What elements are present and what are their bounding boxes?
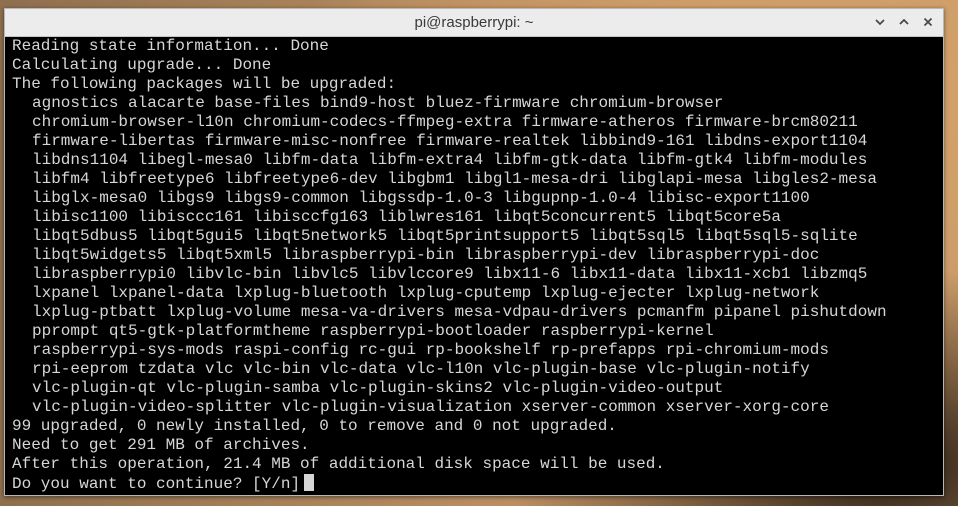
prompt-text: Do you want to continue? [Y/n] [12,475,301,493]
window-title: pi@raspberrypi: ~ [414,14,534,31]
terminal-line: 99 upgraded, 0 newly installed, 0 to rem… [12,417,617,435]
terminal-window[interactable]: pi@raspberrypi: ~ Reading state informat… [4,8,944,496]
close-icon [923,17,933,27]
package-line: vlc-plugin-video-splitter vlc-plugin-vis… [32,398,829,416]
chevron-down-icon [875,19,885,26]
text-cursor [304,474,315,491]
terminal-line: Need to get 291 MB of archives. [12,436,310,454]
package-line: lxpanel lxpanel-data lxplug-bluetooth lx… [32,284,820,302]
package-line: libraspberrypi0 libvlc-bin libvlc5 libvl… [32,265,868,283]
title-bar[interactable]: pi@raspberrypi: ~ [5,9,943,37]
terminal-line: After this operation, 21.4 MB of additio… [12,455,665,473]
terminal-line: The following packages will be upgraded: [12,75,397,93]
terminal-line: Calculating upgrade... Done [12,56,272,74]
package-line: libisc1100 libisccc161 libisccfg163 libl… [32,208,781,226]
package-line: libqt5widgets5 libqt5xml5 libraspberrypi… [32,246,820,264]
window-controls [871,13,937,33]
package-line: pprompt qt5-gtk-platformtheme raspberryp… [32,322,714,340]
package-line: libglx-mesa0 libgs9 libgs9-common libgss… [32,189,810,207]
package-line: lxplug-ptbatt lxplug-volume mesa-va-driv… [32,303,887,321]
package-line: agnostics alacarte base-files bind9-host… [32,94,724,112]
close-button[interactable] [919,13,937,31]
package-line: raspberrypi-sys-mods raspi-config rc-gui… [32,341,829,359]
package-line: libqt5dbus5 libqt5gui5 libqt5network5 li… [32,227,858,245]
prompt-line[interactable]: Do you want to continue? [Y/n] [12,474,938,493]
maximize-button[interactable] [895,13,913,31]
package-line: firmware-libertas firmware-misc-nonfree … [32,132,868,150]
terminal-output[interactable]: Reading state information... Done Calcul… [12,37,938,493]
package-line: chromium-browser-l10n chromium-codecs-ff… [32,113,858,131]
package-line: libfm4 libfreetype6 libfreetype6-dev lib… [32,170,877,188]
terminal-line: Reading state information... Done [12,37,329,55]
package-line: libdns1104 libegl-mesa0 libfm-data libfm… [32,151,868,169]
chevron-up-icon [899,18,909,25]
package-line: rpi-eeprom tzdata vlc vlc-bin vlc-data v… [32,360,810,378]
package-line: vlc-plugin-qt vlc-plugin-samba vlc-plugi… [32,379,724,397]
minimize-button[interactable] [871,13,889,31]
